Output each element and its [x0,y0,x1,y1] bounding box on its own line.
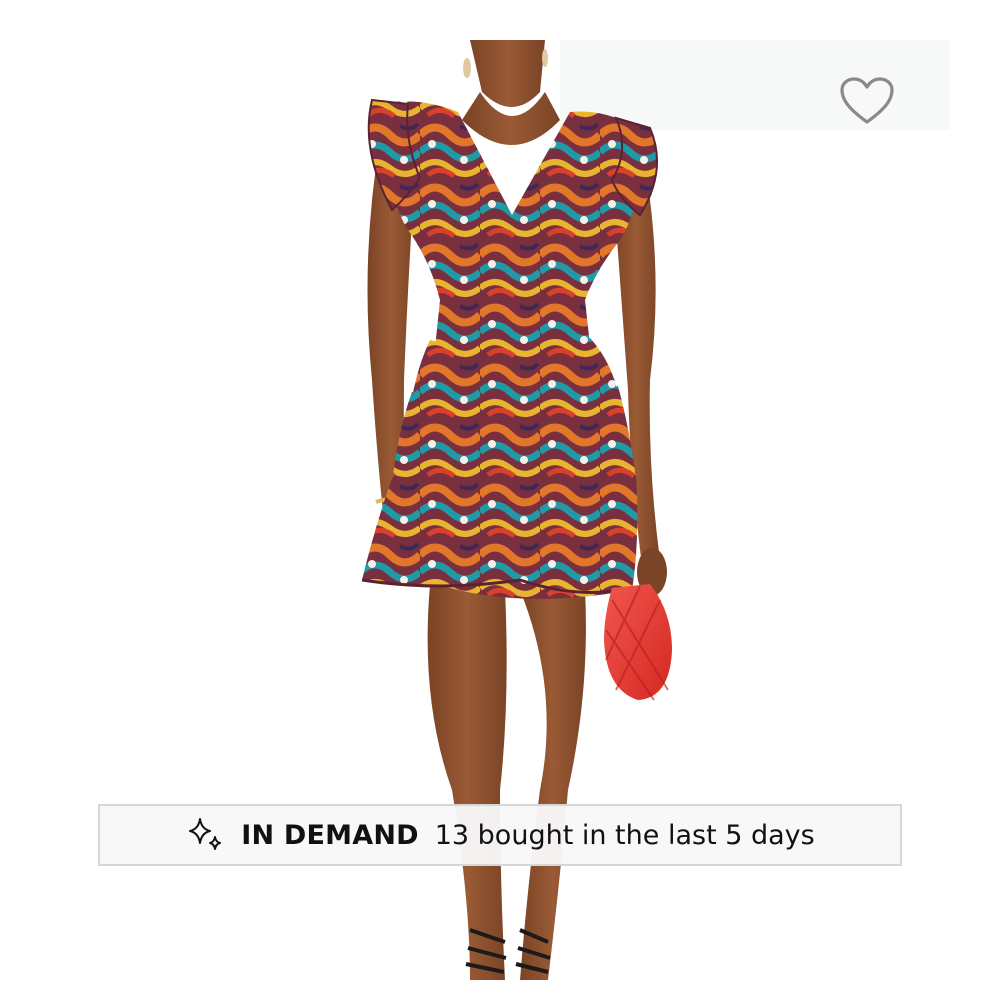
badge-text: 13 bought in the last 5 days [434,819,815,851]
product-card[interactable]: IN DEMAND 13 bought in the last 5 days [0,0,1000,1000]
heart-outline-icon [839,76,895,131]
sparkle-icon [185,815,225,855]
in-demand-badge: IN DEMAND 13 bought in the last 5 days [98,804,902,866]
wishlist-button[interactable] [836,74,898,132]
badge-label: IN DEMAND [241,819,419,851]
